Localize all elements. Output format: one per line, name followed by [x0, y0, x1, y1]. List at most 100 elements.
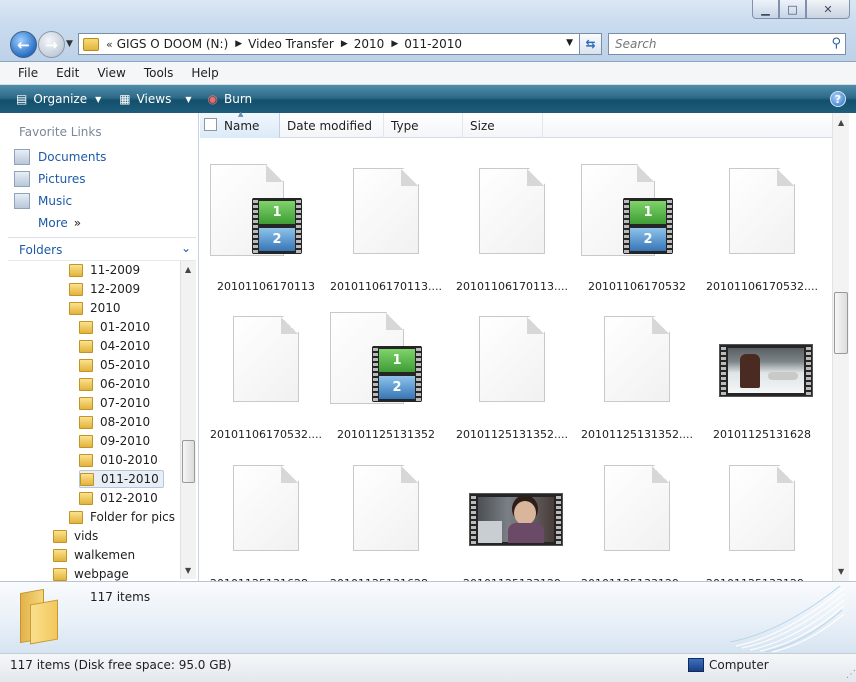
folder-tree-item[interactable]: 07-2010	[79, 394, 150, 412]
organize-icon: ▤	[16, 92, 28, 106]
file-name-label: 20101125131352	[337, 428, 435, 441]
refresh-button[interactable]: ⇆	[579, 33, 602, 55]
favorites-more-link[interactable]: More »	[38, 216, 81, 230]
refresh-icon: ⇆	[585, 37, 596, 51]
file-item[interactable]: 1 2 20101106170113	[204, 158, 328, 298]
scroll-up-icon[interactable]: ▲	[838, 118, 844, 127]
address-overflow[interactable]: «	[106, 38, 113, 51]
menu-bar: File Edit View Tools Help	[0, 62, 856, 85]
menu-tools[interactable]: Tools	[134, 66, 182, 80]
column-type[interactable]: Type	[384, 113, 463, 138]
column-headers: ▲ Name Date modified Type Size	[200, 110, 832, 138]
breadcrumb-separator-icon[interactable]: ▶	[391, 39, 398, 49]
folder-tree-item[interactable]: 05-2010	[79, 356, 150, 374]
scroll-down-icon[interactable]: ▼	[838, 567, 844, 576]
minimize-button[interactable]: ▁	[752, 0, 779, 19]
folder-tree-item[interactable]: walkemen	[53, 546, 135, 564]
folder-tree-item[interactable]: 11-2009	[69, 261, 140, 279]
more-label: More	[38, 216, 68, 230]
menu-edit[interactable]: Edit	[46, 66, 87, 80]
favorite-pictures[interactable]: Pictures	[14, 171, 86, 187]
folder-tree-item[interactable]: 01-2010	[79, 318, 150, 336]
back-arrow-icon: ←	[17, 35, 30, 54]
folder-tree-item[interactable]: 08-2010	[79, 413, 150, 431]
back-button[interactable]: ←	[10, 31, 37, 58]
command-bar: ▤ Organize ▼ ▦ Views ▼ ◉ Burn ?	[0, 85, 856, 113]
scroll-up-icon[interactable]: ▲	[185, 265, 191, 274]
select-all-checkbox[interactable]	[204, 118, 217, 131]
views-button[interactable]: ▦ Views ▼	[119, 92, 191, 106]
video-thumbnail-snow	[719, 344, 813, 397]
column-size[interactable]: Size	[463, 113, 543, 138]
address-bar[interactable]: « GIGS O DOOM (N:) ▶ Video Transfer ▶ 2010…	[78, 33, 602, 55]
folder-tree-label: 012-2010	[100, 491, 158, 505]
file-item[interactable]: 1 2 20101106170532	[575, 158, 699, 298]
file-item[interactable]: 20101125133129....	[700, 455, 824, 581]
resize-grip-icon[interactable]: ⋰	[846, 669, 856, 680]
favorite-music[interactable]: Music	[14, 193, 72, 209]
file-item[interactable]: 20101125131628	[700, 306, 824, 446]
status-text: 117 items (Disk free space: 95.0 GB)	[10, 658, 232, 672]
organize-button[interactable]: ▤ Organize ▼	[16, 92, 101, 106]
file-item[interactable]: 20101125131352....	[575, 306, 699, 446]
breadcrumb-2010[interactable]: 2010	[354, 37, 385, 51]
burn-button[interactable]: ◉ Burn	[208, 92, 253, 106]
column-name[interactable]: ▲ Name	[200, 110, 280, 138]
scrollbar-thumb[interactable]	[182, 440, 195, 483]
folder-tree-item[interactable]: 06-2010	[79, 375, 150, 393]
column-date-modified[interactable]: Date modified	[280, 113, 384, 138]
recent-pages-dropdown[interactable]: ▼	[66, 39, 73, 49]
favorite-links-header: Favorite Links	[19, 125, 102, 139]
scroll-down-icon[interactable]: ▼	[185, 566, 191, 575]
folder-tree-item[interactable]: 011-2010	[79, 470, 164, 488]
folder-tree-item[interactable]: 2010	[69, 299, 121, 317]
favorite-documents[interactable]: Documents	[14, 149, 106, 165]
search-input[interactable]: Search ⚲	[608, 33, 846, 55]
scrollbar-thumb[interactable]	[834, 292, 848, 354]
folder-tree-item[interactable]: Folder for pics	[69, 508, 175, 526]
folder-tree-label: 01-2010	[100, 320, 151, 334]
breadcrumb-drive[interactable]: GIGS O DOOM (N:)	[117, 37, 229, 51]
folder-tree-item[interactable]: 12-2009	[69, 280, 140, 298]
breadcrumb-separator-icon[interactable]: ▶	[341, 39, 348, 49]
breadcrumb-separator-icon[interactable]: ▶	[235, 39, 242, 49]
address-dropdown-icon[interactable]: ▼	[566, 38, 573, 48]
computer-icon	[688, 658, 704, 672]
close-button[interactable]: ✕	[806, 0, 850, 19]
blank-file-icon	[353, 465, 419, 551]
folder-icon	[53, 529, 67, 543]
decorative-swoosh	[729, 586, 845, 652]
folder-icon	[69, 282, 83, 296]
file-item[interactable]: 20101106170113....	[324, 158, 448, 298]
pictures-icon	[14, 171, 30, 187]
file-item[interactable]: 20101106170532....	[204, 306, 328, 446]
forward-button[interactable]: →	[38, 31, 65, 58]
organize-label: Organize	[33, 92, 88, 106]
menu-view[interactable]: View	[87, 66, 133, 80]
menu-help[interactable]: Help	[181, 66, 226, 80]
help-icon[interactable]: ?	[830, 91, 846, 107]
file-list-scrollbar[interactable]: ▲ ▼	[832, 113, 849, 581]
maximize-button[interactable]: □	[779, 0, 806, 19]
search-icon[interactable]: ⚲	[831, 36, 841, 51]
folder-tree-scrollbar[interactable]: ▲ ▼	[180, 261, 196, 579]
file-name-label: 20101125131352....	[456, 428, 568, 441]
breadcrumb-video-transfer[interactable]: Video Transfer	[248, 37, 334, 51]
folder-tree-item[interactable]: 09-2010	[79, 432, 150, 450]
file-item[interactable]: 1 2 20101125131352	[324, 306, 448, 446]
file-item[interactable]: 20101125131628....	[204, 455, 328, 581]
file-item[interactable]: 20101125131352....	[450, 306, 574, 446]
menu-file[interactable]: File	[0, 66, 46, 80]
file-item[interactable]: 20101106170113....	[450, 158, 574, 298]
file-item[interactable]: 20101125131628....	[324, 455, 448, 581]
file-item[interactable]: 20101125133129	[450, 455, 574, 581]
folder-tree-item[interactable]: 010-2010	[79, 451, 158, 469]
breadcrumb-011-2010[interactable]: 011-2010	[404, 37, 462, 51]
folder-tree-item[interactable]: 012-2010	[79, 489, 158, 507]
file-item[interactable]: 20101106170532....	[700, 158, 824, 298]
folders-header[interactable]: Folders ⌄	[8, 237, 196, 261]
file-item[interactable]: 20101125133129....	[575, 455, 699, 581]
folder-tree-item[interactable]: 04-2010	[79, 337, 150, 355]
burn-label: Burn	[223, 92, 253, 106]
folder-tree-item[interactable]: vids	[53, 527, 98, 545]
